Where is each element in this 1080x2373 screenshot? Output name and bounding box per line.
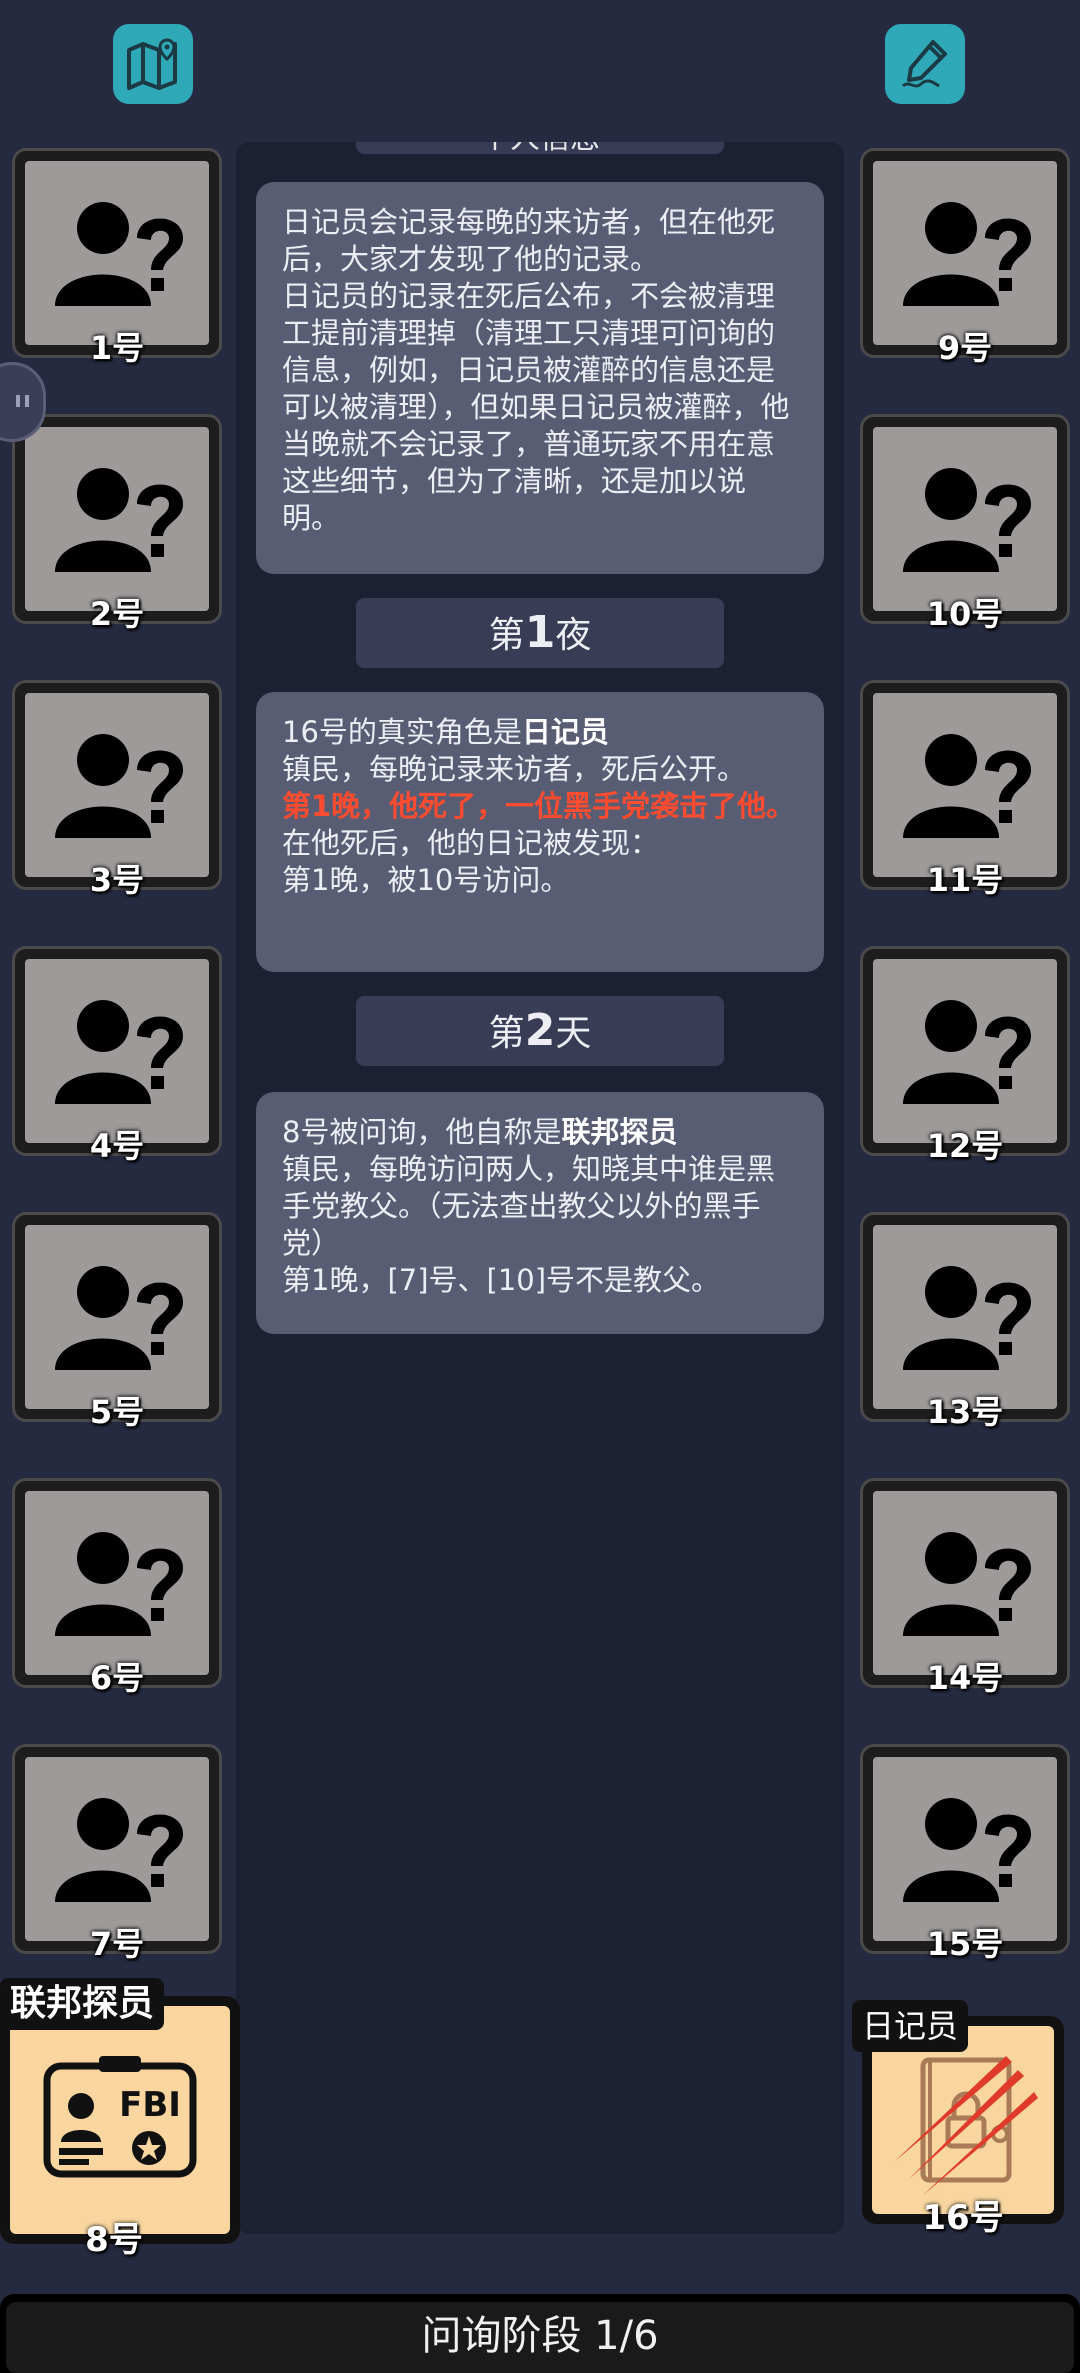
player-label: 5号 — [89, 1393, 145, 1431]
log-message-death-report: 16号的真实角色是日记员 镇民，每晚记录来访者，死后公开。 第1晚，他死了，一位… — [256, 692, 824, 972]
unknown-player-icon — [55, 734, 183, 838]
unknown-player-icon — [55, 202, 183, 306]
unknown-player-icon — [903, 202, 1031, 306]
chat-icon — [16, 395, 29, 407]
log-message-text: 日记员会记录每晚的来访者，但在他死后，大家才发现了他的记录。 日记员的记录在死后… — [282, 205, 790, 535]
role-tag-8: 联邦探员 — [0, 1978, 165, 2030]
player-card[interactable]: 3号 — [12, 680, 222, 899]
unknown-player-icon — [903, 734, 1031, 838]
player-card[interactable]: 1号 — [12, 148, 222, 367]
player-label-8: 8号 — [85, 2220, 143, 2260]
phase-separator-day-2: 第2天 — [356, 996, 724, 1066]
player-label: 1号 — [89, 329, 145, 367]
player-label: 14号 — [926, 1659, 1004, 1697]
player-label-16: 16号 — [922, 2198, 1004, 2238]
player-label: 9号 — [937, 329, 993, 367]
player-card[interactable]: 10号 — [860, 414, 1070, 633]
player-card[interactable]: 14号 — [860, 1478, 1070, 1697]
player-label: 11号 — [926, 861, 1004, 899]
player-card-8-own-role[interactable]: FBI — [0, 1996, 240, 2244]
log-message-diarist-rule: 日记员会记录每晚的来访者，但在他死后，大家才发现了他的记录。 日记员的记录在死后… — [256, 182, 824, 574]
edit-note-icon — [901, 40, 947, 88]
unknown-player-icon — [55, 1000, 183, 1104]
unknown-player-icon — [55, 1532, 183, 1636]
player-label: 7号 — [89, 1925, 145, 1963]
player-card[interactable]: 5号 — [12, 1212, 222, 1431]
player-label: 2号 — [89, 595, 145, 633]
role-name: 日记员 — [521, 715, 609, 749]
player-card[interactable]: 12号 — [860, 946, 1070, 1165]
player-label: 6号 — [89, 1659, 145, 1697]
unknown-player-icon — [903, 1000, 1031, 1104]
death-notice: 第1晚，他死了，一位黑手党袭击了他。 — [282, 789, 796, 823]
log-section-header: 个人信息 — [356, 142, 724, 154]
map-icon — [127, 38, 177, 90]
phase-status-bar: 问询阶段 1/6 — [0, 2294, 1080, 2373]
unknown-player-icon — [55, 468, 183, 572]
player-card[interactable]: 2号 — [12, 414, 222, 633]
map-button[interactable] — [113, 24, 193, 104]
player-card[interactable]: 7号 — [12, 1744, 222, 1963]
role-name: 联邦探员 — [561, 1115, 678, 1149]
role-tag-16: 日记员 — [852, 2000, 969, 2052]
unknown-player-icon — [55, 1266, 183, 1370]
unknown-player-icon — [55, 1798, 183, 1902]
phase-status-text: 问询阶段 1/6 — [6, 2302, 1074, 2373]
player-label: 4号 — [89, 1127, 145, 1165]
player-label: 13号 — [926, 1393, 1004, 1431]
player-label: 12号 — [926, 1127, 1004, 1165]
unknown-player-icon — [903, 1798, 1031, 1902]
phase-separator-night-1: 第1夜 — [356, 598, 724, 668]
unknown-player-icon — [903, 1532, 1031, 1636]
player-card[interactable]: 15号 — [860, 1744, 1070, 1963]
player-card[interactable]: 6号 — [12, 1478, 222, 1697]
fbi-badge-icon: FBI — [43, 2056, 197, 2178]
unknown-player-icon — [903, 1266, 1031, 1370]
unknown-player-icon — [903, 468, 1031, 572]
player-label: 3号 — [89, 861, 145, 899]
notes-button[interactable] — [885, 24, 965, 104]
log-message-interrogation: 8号被问询，他自称是联邦探员 镇民，每晚访问两人，知晓其中谁是黑手党教父。（无法… — [256, 1092, 824, 1334]
player-card[interactable]: 11号 — [860, 680, 1070, 899]
svg-text:FBI: FBI — [119, 2085, 181, 2125]
player-card[interactable]: 13号 — [860, 1212, 1070, 1431]
player-label: 15号 — [926, 1925, 1004, 1963]
player-card[interactable]: 9号 — [860, 148, 1070, 367]
player-label: 10号 — [926, 595, 1004, 633]
game-log-panel[interactable]: 个人信息 日记员会记录每晚的来访者，但在他死后，大家才发现了他的记录。 日记员的… — [236, 142, 844, 2234]
diary-slashed-icon — [894, 2056, 1038, 2196]
player-card[interactable]: 4号 — [12, 946, 222, 1165]
